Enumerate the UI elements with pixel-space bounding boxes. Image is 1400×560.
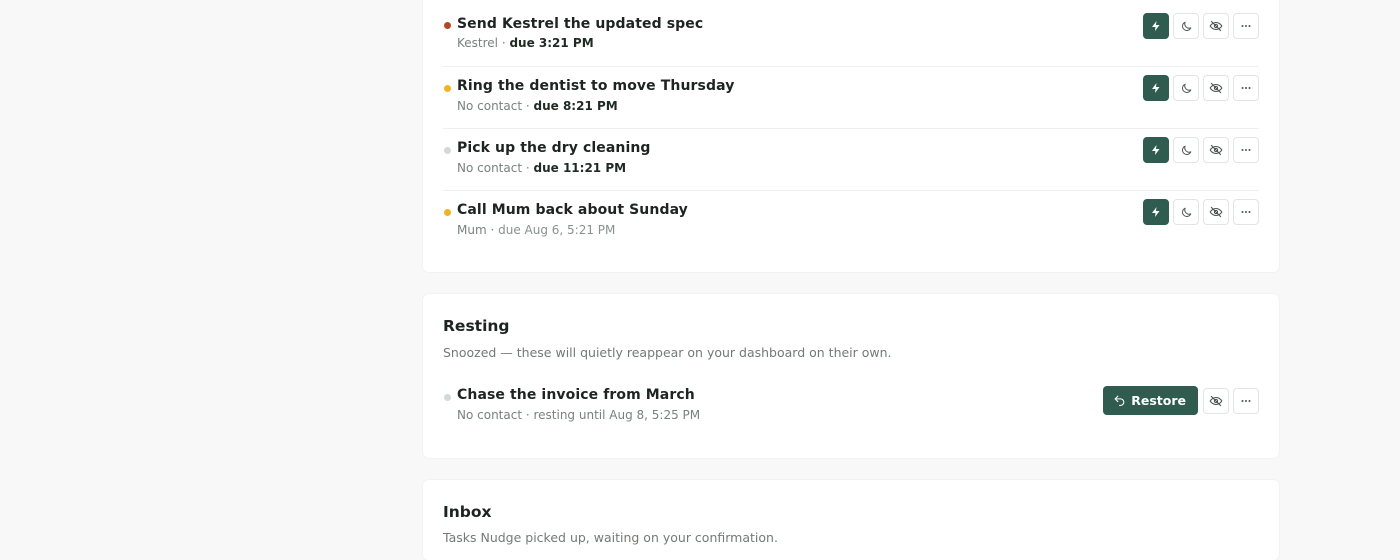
task-actions bbox=[1143, 137, 1259, 163]
priority-dot bbox=[444, 22, 451, 29]
eye-off-icon bbox=[1209, 206, 1223, 218]
hide-button[interactable] bbox=[1203, 137, 1229, 163]
priority-dot bbox=[444, 209, 451, 216]
restore-label: Restore bbox=[1131, 393, 1186, 408]
snooze-button[interactable] bbox=[1173, 137, 1199, 163]
priority-dot bbox=[444, 85, 451, 92]
moon-icon bbox=[1181, 207, 1191, 217]
priority-dot bbox=[444, 147, 451, 154]
focus-button[interactable] bbox=[1143, 137, 1169, 163]
more-button[interactable] bbox=[1233, 13, 1259, 39]
more-horizontal-icon bbox=[1241, 399, 1251, 402]
meta-separator: · bbox=[522, 99, 534, 113]
task-actions bbox=[1143, 13, 1259, 39]
more-button[interactable] bbox=[1233, 387, 1259, 414]
more-horizontal-icon bbox=[1241, 211, 1251, 213]
moon-icon bbox=[1181, 83, 1191, 93]
meta-separator: · bbox=[486, 223, 499, 237]
more-button[interactable] bbox=[1233, 137, 1259, 163]
more-horizontal-icon bbox=[1241, 25, 1251, 27]
task-due: due Aug 6, 5:21 PM bbox=[498, 223, 616, 237]
section-heading: Resting bbox=[443, 317, 510, 335]
section-description: Tasks Nudge picked up, waiting on your c… bbox=[443, 530, 778, 545]
lightning-icon bbox=[1152, 207, 1160, 217]
lightning-icon bbox=[1152, 145, 1160, 155]
task-actions bbox=[1143, 199, 1259, 225]
eye-off-icon bbox=[1209, 144, 1223, 156]
snooze-button[interactable] bbox=[1173, 75, 1199, 101]
hide-button[interactable] bbox=[1203, 387, 1229, 414]
eye-off-icon bbox=[1209, 82, 1223, 94]
snooze-button[interactable] bbox=[1173, 199, 1199, 225]
restore-button[interactable]: Restore bbox=[1103, 386, 1198, 415]
task-row[interactable]: Call Mum back about Sunday Mum · due Aug… bbox=[443, 190, 1259, 252]
task-contact: Mum bbox=[457, 223, 487, 237]
task-title[interactable]: Send Kestrel the updated spec bbox=[457, 16, 703, 32]
meta-separator: · bbox=[498, 36, 510, 50]
task-meta: No contact · resting until Aug 8, 5:25 P… bbox=[457, 408, 701, 422]
section-description: Snoozed — these will quietly reappear on… bbox=[443, 345, 892, 360]
task-contact: No contact bbox=[457, 99, 523, 113]
task-meta: No contact · due 8:21 PM bbox=[457, 99, 618, 113]
task-title[interactable]: Call Mum back about Sunday bbox=[457, 202, 688, 218]
undo-arrow-icon bbox=[1114, 395, 1125, 406]
hide-button[interactable] bbox=[1203, 75, 1229, 101]
resting-actions: Restore bbox=[1103, 386, 1259, 415]
task-row[interactable]: Pick up the dry cleaning No contact · du… bbox=[443, 128, 1259, 190]
task-row[interactable]: Ring the dentist to move Thursday No con… bbox=[443, 66, 1259, 128]
moon-icon bbox=[1181, 145, 1191, 155]
more-horizontal-icon bbox=[1241, 149, 1251, 151]
task-actions bbox=[1143, 75, 1259, 101]
meta-separator: · bbox=[522, 161, 534, 175]
task-title[interactable]: Chase the invoice from March bbox=[457, 387, 695, 403]
eye-off-icon bbox=[1209, 20, 1223, 32]
task-due: due 11:21 PM bbox=[533, 161, 627, 175]
task-title[interactable]: Ring the dentist to move Thursday bbox=[457, 78, 734, 94]
task-title[interactable]: Pick up the dry cleaning bbox=[457, 140, 651, 156]
task-contact: No contact bbox=[457, 161, 523, 175]
lightning-icon bbox=[1152, 21, 1160, 31]
more-horizontal-icon bbox=[1241, 87, 1251, 89]
task-due: due 3:21 PM bbox=[509, 36, 594, 50]
more-button[interactable] bbox=[1233, 75, 1259, 101]
moon-icon bbox=[1181, 21, 1191, 31]
inbox-card: Inbox Tasks Nudge picked up, waiting on … bbox=[423, 480, 1279, 560]
snooze-button[interactable] bbox=[1173, 13, 1199, 39]
priority-dot bbox=[444, 394, 451, 401]
task-meta: Mum · due Aug 6, 5:21 PM bbox=[457, 223, 615, 237]
eye-off-icon bbox=[1209, 395, 1223, 406]
tasks-card: Send Kestrel the updated spec Kestrel · … bbox=[423, 0, 1279, 272]
task-due: due 8:21 PM bbox=[533, 99, 618, 113]
lightning-icon bbox=[1152, 83, 1160, 93]
resting-card: Resting Snoozed — these will quietly rea… bbox=[423, 294, 1279, 458]
task-contact: Kestrel bbox=[457, 36, 498, 50]
focus-button[interactable] bbox=[1143, 13, 1169, 39]
more-button[interactable] bbox=[1233, 199, 1259, 225]
focus-button[interactable] bbox=[1143, 199, 1169, 225]
hide-button[interactable] bbox=[1203, 199, 1229, 225]
task-meta: Kestrel · due 3:21 PM bbox=[457, 36, 594, 50]
section-heading: Inbox bbox=[443, 503, 492, 521]
task-meta: No contact · due 11:21 PM bbox=[457, 161, 626, 175]
resting-row[interactable]: Chase the invoice from March No contact … bbox=[443, 386, 1259, 451]
hide-button[interactable] bbox=[1203, 13, 1229, 39]
focus-button[interactable] bbox=[1143, 75, 1169, 101]
